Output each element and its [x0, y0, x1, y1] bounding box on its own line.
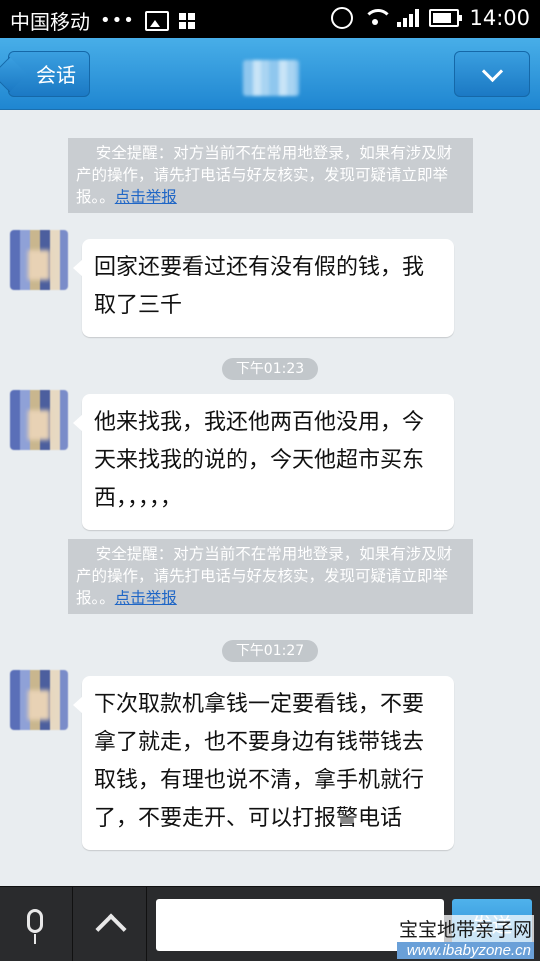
contact-avatar[interactable] [10, 230, 68, 290]
message-text: 他来找我，我还他两百他没用，今天来找我的说的，今天他超市买东西，，，，， [94, 410, 425, 511]
security-notice: 安全提醒：对方当前不在常用地登录，如果有涉及财产的操作，请先打电话与好友核实，发… [68, 539, 473, 614]
watermark-title: 宝宝地带亲子网 [396, 915, 534, 942]
chevron-down-icon [481, 60, 504, 83]
clock: 14:00 [469, 6, 530, 30]
watermark: 宝宝地带亲子网 www.ibabyzone.cn [396, 915, 534, 959]
contact-avatar[interactable] [10, 670, 68, 730]
message-text: 下次取款机拿钱一定要看钱，不要拿了就走，也不要身边有钱带钱去取钱，有理也说不清，… [94, 692, 425, 831]
report-link[interactable]: 点击举报 [115, 589, 177, 607]
alarm-icon [331, 7, 354, 29]
voice-button[interactable] [0, 887, 73, 961]
wifi-icon [363, 9, 394, 27]
contact-avatar[interactable] [10, 390, 68, 450]
message-bubble[interactable]: 下次取款机拿钱一定要看钱，不要拿了就走，也不要身边有钱带钱去取钱，有理也说不清，… [73, 676, 454, 850]
carrier-label: 中国移动 [10, 10, 90, 34]
back-button[interactable]: 会话 [8, 51, 90, 97]
chevron-up-icon [95, 913, 127, 945]
security-notice: 安全提醒：对方当前不在常用地登录，如果有涉及财产的操作，请先打电话与好友核实，发… [68, 138, 473, 213]
timestamp: 下午01:27 [222, 640, 318, 662]
message-bubble[interactable]: 他来找我，我还他两百他没用，今天来找我的说的，今天他超市买东西，，，，， [73, 394, 454, 530]
expand-panel-button[interactable] [74, 887, 147, 961]
signal-icon [397, 9, 420, 27]
contact-name-blurred [243, 60, 299, 96]
battery-icon [429, 9, 463, 27]
microphone-icon [27, 909, 43, 944]
status-bar: 中国移动 ••• 14:00 [0, 0, 540, 38]
image-icon [144, 10, 169, 31]
timestamp: 下午01:23 [222, 358, 318, 380]
apps-icon [178, 12, 195, 29]
report-link[interactable]: 点击举报 [115, 188, 177, 206]
message-text: 回家还要看过还有没有假的钱，我取了三千 [94, 255, 425, 318]
menu-button[interactable] [454, 51, 530, 97]
input-bar: 发送 宝宝地带亲子网 www.ibabyzone.cn [0, 886, 540, 961]
more-notifications-icon: ••• [100, 10, 135, 31]
back-button-label: 会话 [36, 63, 76, 87]
message-bubble[interactable]: 回家还要看过还有没有假的钱，我取了三千 [73, 239, 454, 337]
chat-area[interactable]: 安全提醒：对方当前不在常用地登录，如果有涉及财产的操作，请先打电话与好友核实，发… [0, 110, 540, 886]
watermark-url: www.ibabyzone.cn [396, 942, 534, 959]
chat-header: 会话 [0, 38, 540, 110]
